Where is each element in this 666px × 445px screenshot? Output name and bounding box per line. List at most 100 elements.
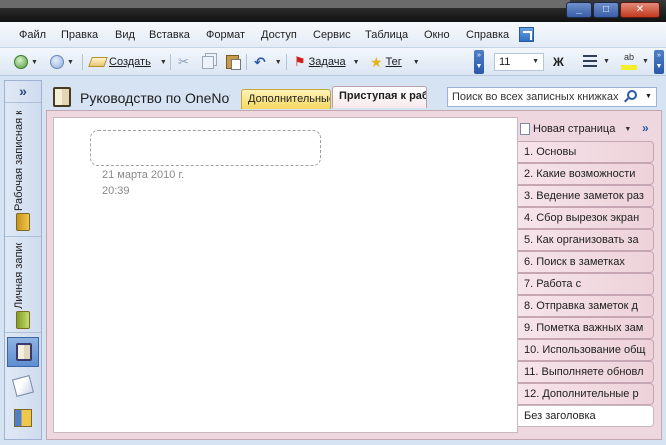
page-tab-current[interactable]: Без заголовка	[518, 405, 654, 427]
menu-view[interactable]: Вид	[115, 29, 135, 41]
page-tab[interactable]: 1. Основы	[518, 141, 654, 163]
window-controls: _ □ ✕	[566, 2, 660, 18]
menu-window[interactable]: Окно	[424, 29, 450, 41]
clipboard-icon	[226, 55, 241, 70]
chevron-down-icon: ▼	[67, 58, 74, 66]
chevron-down-icon[interactable]: ▼	[645, 93, 652, 100]
forward-icon	[50, 55, 64, 69]
font-size-select[interactable]: 11 ▼	[494, 53, 544, 71]
maximize-button[interactable]: □	[593, 2, 619, 18]
scissors-icon: ✂	[178, 54, 189, 69]
page-tabs-list: 1. Основы 2. Какие возможности 3. Ведени…	[518, 141, 654, 427]
chevron-down-icon[interactable]: ▼	[642, 58, 649, 65]
undo-icon: ↶	[254, 53, 266, 70]
menu-help[interactable]: Справка	[466, 29, 509, 41]
font-size-value: 11	[499, 56, 511, 68]
toolbar-separator	[82, 54, 83, 70]
toolbar-separator	[246, 54, 247, 70]
cut-button[interactable]: ✂	[178, 53, 189, 71]
search-input[interactable]: Поиск во всех записных книжках	[447, 87, 657, 107]
page-tab[interactable]: 2. Какие возможности	[518, 163, 654, 185]
notebook-icon	[16, 213, 30, 231]
back-icon	[14, 55, 28, 69]
chevron-down-icon: ▼	[412, 58, 420, 66]
toolbar-overflow-handle[interactable]: » ▼	[474, 50, 484, 74]
nav-collapse-button[interactable]: »	[5, 81, 41, 103]
chevron-down-icon: ▼	[31, 58, 38, 66]
menu-file[interactable]: Файл	[19, 29, 46, 41]
task-button[interactable]: ⚑ Задача ▼	[294, 53, 360, 71]
new-button[interactable]: Создать ▼	[88, 53, 167, 71]
page-time: 20:39	[102, 185, 130, 197]
resize-icon[interactable]	[519, 27, 534, 42]
highlight-icon[interactable]: ab	[620, 52, 638, 70]
new-button-label: Создать	[109, 56, 151, 68]
tab-section-additional[interactable]: Дополнительные	[241, 89, 331, 109]
star-icon: ★	[370, 53, 383, 70]
chevron-down-icon: ▼	[624, 125, 632, 133]
tag-button-label: Тег	[385, 56, 402, 68]
new-page-icon	[88, 57, 108, 67]
highlight-label: ab	[623, 52, 634, 62]
page-tab[interactable]: 9. Пометка важных зам	[518, 317, 654, 339]
nav-notebook-personal[interactable]: Личная записная книжка	[5, 237, 41, 333]
minimize-button[interactable]: _	[566, 2, 592, 18]
book-icon	[16, 343, 32, 361]
paste-button[interactable]	[226, 53, 241, 71]
toolbar-separator	[286, 54, 287, 70]
menu-bar: Файл Правка Вид Вставка Формат Доступ Се…	[0, 22, 666, 48]
toolbar-overflow-handle[interactable]: » ▼	[654, 50, 664, 74]
nav-notebook-work[interactable]: Рабочая записная книжка	[5, 103, 41, 237]
page-tab[interactable]: 12. Дополнительные р	[518, 383, 654, 405]
notebook-list-icon[interactable]	[14, 409, 32, 427]
chevron-down-icon: ▼	[352, 58, 360, 66]
chevron-down-icon[interactable]: ▼	[603, 58, 610, 65]
copy-button[interactable]	[202, 53, 214, 71]
notebook-label: Личная записная книжка	[13, 243, 25, 309]
undo-button[interactable]: ↶ ▼	[254, 53, 282, 71]
tab-section-getting-started[interactable]: Приступая к работе	[332, 86, 427, 108]
book-icon	[53, 87, 71, 107]
page-date: 21 марта 2010 г.	[102, 169, 185, 181]
chevron-down-icon: ▼	[532, 58, 539, 65]
menu-format[interactable]: Формат	[206, 29, 245, 41]
title-bar-strip	[0, 0, 570, 8]
toolbar: ▼ ▼ Создать ▼ ✂ ↶ ▼ ⚑ Задача ▼ ★ Тег ▼	[0, 48, 666, 76]
chevron-down-icon: ▼	[274, 58, 282, 66]
page-title-input[interactable]	[90, 130, 321, 166]
new-page-button[interactable]: Новая страница ▼	[520, 119, 638, 139]
search-icon[interactable]	[627, 90, 637, 100]
page-tab[interactable]: 11. Выполняете обновл	[518, 361, 654, 383]
menu-tools[interactable]: Сервис	[313, 29, 351, 41]
toolbar-separator	[170, 54, 171, 70]
menu-share[interactable]: Доступ	[261, 29, 297, 41]
title-bar: _ □ ✕	[0, 0, 666, 22]
forward-button[interactable]: ▼	[50, 53, 74, 71]
tag-button[interactable]: ★ Тег ▼	[370, 53, 420, 71]
nav-notebook-guide[interactable]	[7, 337, 39, 367]
flag-icon: ⚑	[294, 54, 306, 69]
close-button[interactable]: ✕	[620, 2, 660, 18]
bullet-list-icon[interactable]	[583, 55, 597, 67]
notebook-label: Рабочая записная книжка	[13, 111, 25, 211]
expand-pages-button[interactable]: »	[642, 121, 649, 135]
unfiled-notes-icon[interactable]	[11, 374, 35, 398]
menu-table[interactable]: Таблица	[365, 29, 408, 41]
bold-button[interactable]: Ж	[553, 55, 564, 69]
menu-edit[interactable]: Правка	[61, 29, 98, 41]
notebook-icon	[16, 311, 30, 329]
page-tab[interactable]: 10. Использование общ	[518, 339, 654, 361]
notebook-nav: » Рабочая записная книжка Личная записна…	[4, 80, 42, 440]
notebook-title: Руководство по OneNote 2010	[80, 90, 230, 106]
page-tab[interactable]: 6. Поиск в заметках	[518, 251, 654, 273]
copy-icon	[202, 55, 214, 69]
page-tab[interactable]: 5. Как организовать за	[518, 229, 654, 251]
menu-insert[interactable]: Вставка	[149, 29, 190, 41]
new-page-label: Новая страница	[533, 123, 616, 135]
page-tab[interactable]: 8. Отправка заметок д	[518, 295, 654, 317]
back-button[interactable]: ▼	[14, 53, 38, 71]
page-tab[interactable]: 7. Работа с	[518, 273, 654, 295]
page-tab[interactable]: 3. Ведение заметок раз	[518, 185, 654, 207]
page-tab[interactable]: 4. Сбор вырезок экран	[518, 207, 654, 229]
new-page-icon	[520, 123, 530, 135]
